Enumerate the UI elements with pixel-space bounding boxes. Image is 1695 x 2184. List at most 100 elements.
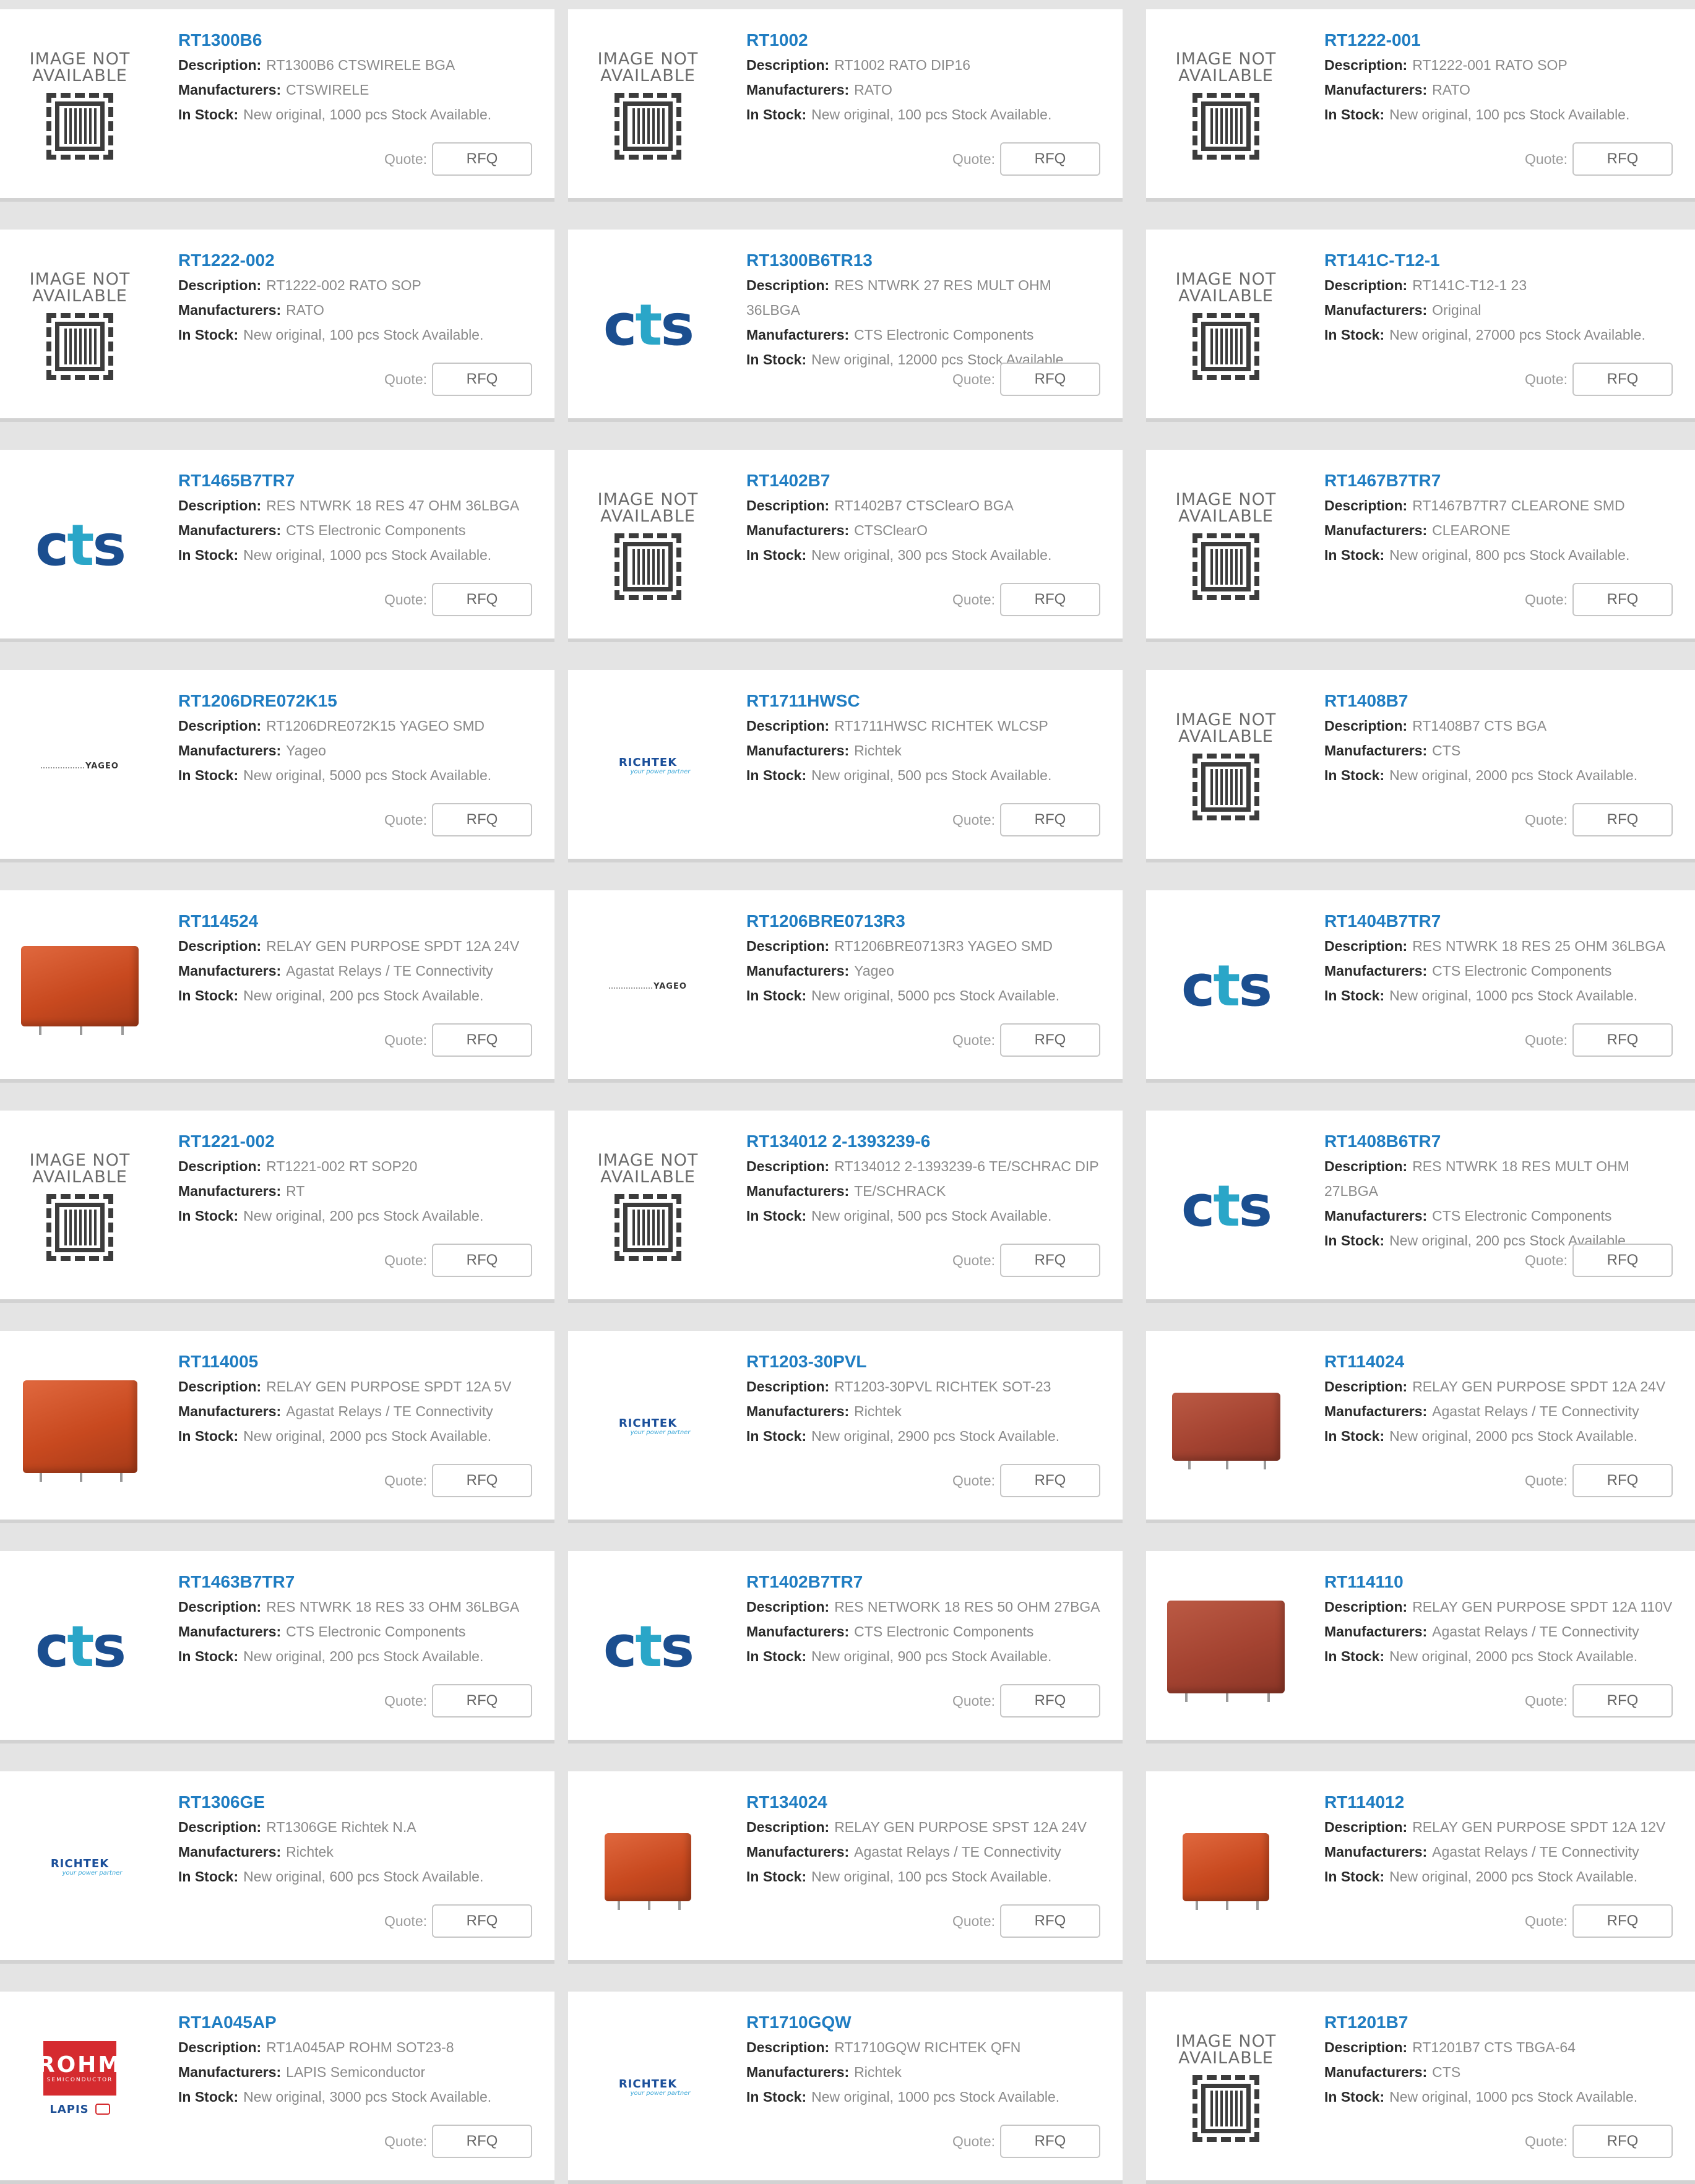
part-number-link[interactable]: RT1300B6 [178,28,554,53]
product-thumbnail[interactable]: cts [6,1582,153,1712]
product-thumbnail[interactable]: IMAGE NOT AVAILABLE [574,1141,722,1271]
part-number-link[interactable]: RT134024 [746,1790,1123,1815]
richtek-logo: RICHTEK your power partner [50,1857,123,1877]
rfq-button[interactable]: RFQ [1572,142,1673,176]
rfq-button[interactable]: RFQ [1000,583,1100,616]
rfq-button[interactable]: RFQ [432,1684,532,1718]
part-number-link[interactable]: RT1463B7TR7 [178,1570,554,1594]
part-number-link[interactable]: RT1206BRE0713R3 [746,909,1123,934]
rfq-button[interactable]: RFQ [432,2125,532,2158]
rfq-button[interactable]: RFQ [1000,142,1100,176]
product-thumbnail[interactable]: cts [574,260,722,390]
part-number-link[interactable]: RT1408B7 [1324,689,1695,713]
product-thumbnail[interactable]: IMAGE NOT AVAILABLE [6,260,153,390]
part-number-link[interactable]: RT1222-002 [178,248,554,273]
product-thumbnail[interactable]: YAGEO [574,921,722,1051]
rfq-button[interactable]: RFQ [432,1464,532,1497]
part-number-link[interactable]: RT141C-T12-1 [1324,248,1695,273]
product-field: Manufacturers: CTS Electronic Components [746,322,1123,347]
product-thumbnail[interactable]: IMAGE NOT AVAILABLE [1152,260,1300,390]
product-field: Description: RT1206BRE0713R3 YAGEO SMD [746,934,1123,958]
part-number-link[interactable]: RT114110 [1324,1570,1695,1594]
product-thumbnail[interactable]: IMAGE NOT AVAILABLE [6,1141,153,1271]
part-number-link[interactable]: RT114012 [1324,1790,1695,1815]
rfq-button[interactable]: RFQ [1000,1023,1100,1057]
part-number-link[interactable]: RT114005 [178,1349,554,1374]
field-label: Description: [1324,497,1408,514]
part-number-link[interactable]: RT1306GE [178,1790,554,1815]
part-number-link[interactable]: RT1711HWSC [746,689,1123,713]
part-number-link[interactable]: RT1465B7TR7 [178,468,554,493]
product-thumbnail[interactable] [6,921,153,1051]
rfq-button[interactable]: RFQ [1572,363,1673,396]
product-thumbnail[interactable]: cts [6,481,153,611]
product-thumbnail[interactable]: RICHTEK your power partner [574,701,722,831]
product-thumbnail[interactable]: IMAGE NOT AVAILABLE [6,40,153,170]
rfq-button[interactable]: RFQ [1000,1244,1100,1277]
rfq-button[interactable]: RFQ [1572,1023,1673,1057]
part-number-link[interactable]: RT1A045AP [178,2010,554,2035]
product-thumbnail[interactable]: cts [574,1582,722,1712]
part-number-link[interactable]: RT1002 [746,28,1123,53]
rfq-button[interactable]: RFQ [432,1244,532,1277]
rfq-button[interactable]: RFQ [1572,803,1673,836]
rfq-button[interactable]: RFQ [1000,363,1100,396]
part-number-link[interactable]: RT1222-001 [1324,28,1695,53]
product-thumbnail[interactable]: cts [1152,921,1300,1051]
product-field: In Stock: New original, 3000 pcs Stock Av… [178,2084,554,2109]
part-number-link[interactable]: RT1467B7TR7 [1324,468,1695,493]
rfq-button[interactable]: RFQ [432,363,532,396]
product-thumbnail[interactable]: YAGEO [6,701,153,831]
part-number-link[interactable]: RT1402B7 [746,468,1123,493]
rfq-button[interactable]: RFQ [432,142,532,176]
rfq-button[interactable]: RFQ [1000,1684,1100,1718]
product-thumbnail[interactable]: cts [1152,1141,1300,1271]
part-number-link[interactable]: RT114024 [1324,1349,1695,1374]
rfq-button[interactable]: RFQ [1000,1904,1100,1938]
part-number-link[interactable]: RT114524 [178,909,554,934]
product-thumbnail[interactable]: IMAGE NOT AVAILABLE [1152,2023,1300,2152]
field-label: Manufacturers: [178,1844,282,1860]
part-number-link[interactable]: RT1404B7TR7 [1324,909,1695,934]
part-number-link[interactable]: RT1203-30PVL [746,1349,1123,1374]
product-thumbnail[interactable] [574,1802,722,1932]
product-thumbnail[interactable] [1152,1362,1300,1492]
product-thumbnail[interactable]: RICHTEK your power partner [6,1802,153,1932]
rfq-button[interactable]: RFQ [1572,1464,1673,1497]
part-number-link[interactable]: RT1300B6TR13 [746,248,1123,273]
product-thumbnail[interactable]: RICHTEK your power partner [574,2023,722,2152]
product-thumbnail[interactable]: RICHTEK your power partner [574,1362,722,1492]
product-thumbnail[interactable] [1152,1582,1300,1712]
rfq-button[interactable]: RFQ [1000,2125,1100,2158]
relay-product-image [22,1380,137,1482]
rfq-button[interactable]: RFQ [432,803,532,836]
product-thumbnail[interactable]: IMAGE NOT AVAILABLE [1152,701,1300,831]
product-thumbnail[interactable]: IMAGE NOT AVAILABLE [1152,40,1300,170]
rfq-button[interactable]: RFQ [1000,1464,1100,1497]
part-number-link[interactable]: RT1206DRE072K15 [178,689,554,713]
part-number-link[interactable]: RT1402B7TR7 [746,1570,1123,1594]
rfq-button[interactable]: RFQ [432,1904,532,1938]
rfq-button[interactable]: RFQ [1572,1684,1673,1718]
field-value: RT1467B7TR7 CLEARONE SMD [1412,497,1625,514]
rfq-button[interactable]: RFQ [1572,1904,1673,1938]
rfq-button[interactable]: RFQ [432,1023,532,1057]
rfq-button[interactable]: RFQ [1572,2125,1673,2158]
rfq-button[interactable]: RFQ [1000,803,1100,836]
product-thumbnail[interactable]: ROHM SEMICONDUCTOR LAPIS [6,2023,153,2152]
quote-area: Quote: RFQ [1525,1684,1673,1718]
field-label: In Stock: [178,1868,239,1885]
rfq-button[interactable]: RFQ [1572,583,1673,616]
part-number-link[interactable]: RT1408B6TR7 [1324,1129,1695,1154]
part-number-link[interactable]: RT1201B7 [1324,2010,1695,2035]
part-number-link[interactable]: RT1221-002 [178,1129,554,1154]
part-number-link[interactable]: RT134012 2-1393239-6 [746,1129,1123,1154]
product-thumbnail[interactable]: IMAGE NOT AVAILABLE [574,40,722,170]
rfq-button[interactable]: RFQ [1572,1244,1673,1277]
product-thumbnail[interactable]: IMAGE NOT AVAILABLE [574,481,722,611]
rfq-button[interactable]: RFQ [432,583,532,616]
product-thumbnail[interactable] [1152,1802,1300,1932]
product-thumbnail[interactable] [6,1362,153,1492]
product-thumbnail[interactable]: IMAGE NOT AVAILABLE [1152,481,1300,611]
part-number-link[interactable]: RT1710GQW [746,2010,1123,2035]
